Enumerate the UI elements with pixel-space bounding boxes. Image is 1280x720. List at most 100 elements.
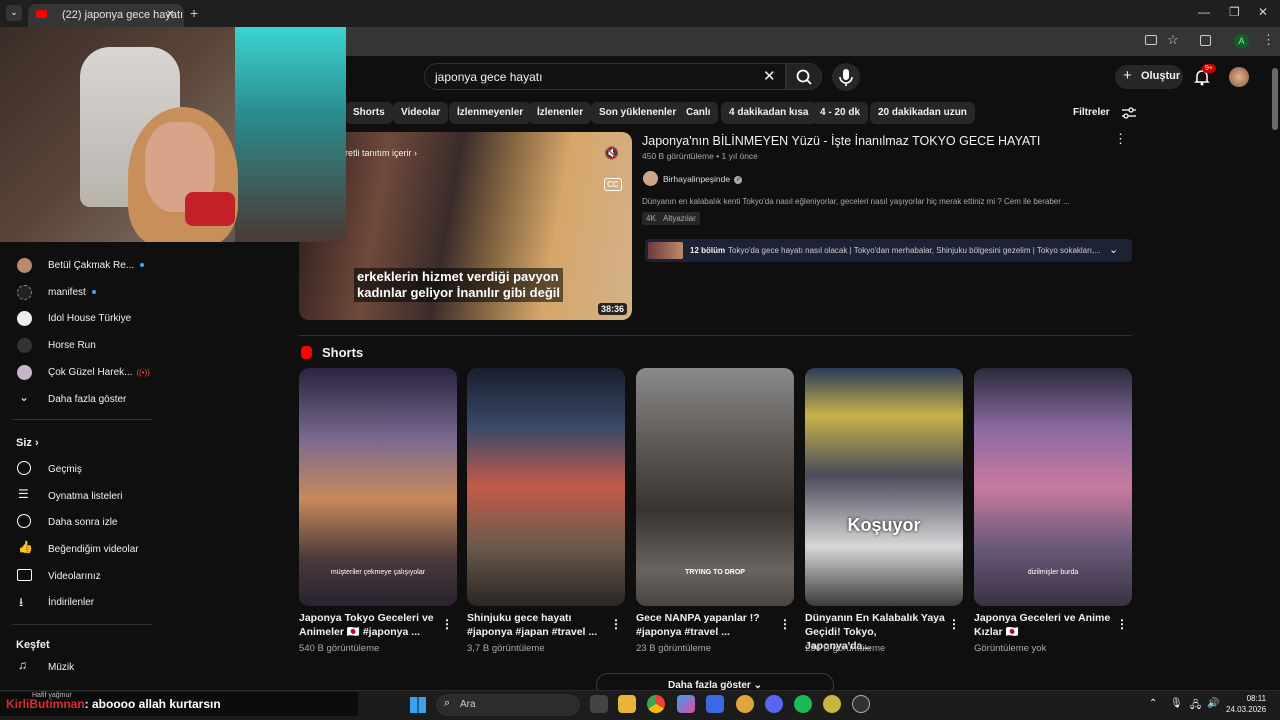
copilot-icon[interactable] [677, 695, 695, 713]
sidebar-item-liked[interactable]: 👍 Beğendiğim videolar [0, 537, 152, 563]
sidebar-show-more[interactable]: ⌄ Daha fazla göster [0, 387, 152, 413]
sub-name: Çok Güzel Harek... [48, 367, 133, 378]
chapters-bar[interactable]: 12 bölüm Tokyo'da gece hayatı nasıl olac… [645, 239, 1132, 262]
sidebar-item-playlists[interactable]: ☰ Oynatma listeleri [0, 484, 152, 510]
store-icon[interactable] [706, 695, 724, 713]
short-thumbnail-0[interactable]: müşteriler çekmeye çalışıyolar [299, 368, 457, 606]
sidebar-item-downloads[interactable]: ⭳ İndirilenler [0, 590, 152, 616]
windows-start-icon[interactable] [410, 697, 426, 713]
new-content-dot [91, 290, 96, 295]
search-icon: ⌕ [444, 697, 451, 709]
sidebar-sub-4[interactable]: Çok Güzel Harek... ((•)) [0, 360, 152, 386]
clear-search-icon[interactable]: ✕ [763, 67, 776, 85]
scrollbar-thumb[interactable] [1272, 68, 1278, 130]
tab-close-icon[interactable]: ✕ [166, 9, 174, 20]
file-explorer-icon[interactable] [618, 695, 636, 713]
sidebar-item-watch-later[interactable]: Daha sonra izle [0, 510, 152, 536]
filters-button[interactable]: Filtreler [1073, 107, 1136, 119]
volume-icon[interactable]: 🔊 [1207, 698, 1219, 709]
short-title-0[interactable]: Japonya Tokyo Geceleri ve Animeler 🇯🇵 #j… [299, 611, 439, 639]
short-title-4[interactable]: Japonya Geceleri ve Anime Kızlar 🇯🇵 [974, 611, 1114, 639]
short-thumbnail-3[interactable]: Koşuyor [805, 368, 963, 606]
shorts-heading: Shorts [322, 345, 364, 360]
short-title-2[interactable]: Gece NANPA yapanlar !? #japonya #travel … [636, 611, 776, 639]
extensions-icon[interactable] [1200, 35, 1211, 46]
short-more-icon[interactable]: ⋮ [441, 617, 453, 631]
app-icon[interactable] [823, 695, 841, 713]
video-description: Dünyanın en kalabalık kenti Tokyo'da nas… [642, 197, 1070, 206]
channel-avatar[interactable] [643, 171, 658, 186]
microphone-tray-icon[interactable]: 🎙 [1170, 698, 1183, 709]
account-avatar[interactable] [1229, 67, 1249, 87]
discord-icon[interactable] [765, 695, 783, 713]
video-more-icon[interactable]: ⋮ [1114, 131, 1127, 147]
short-views-0: 540 B görüntüleme [299, 643, 380, 654]
chevron-right-icon: › [34, 437, 39, 449]
channel-avatar-icon [17, 338, 32, 353]
notifications-button[interactable]: 9+ [1192, 64, 1216, 87]
short-thumbnail-4[interactable]: dizilmişler burda [974, 368, 1132, 606]
cast-icon[interactable] [1145, 35, 1157, 45]
filter-chip[interactable]: İzlenenler [529, 102, 592, 124]
filter-chip[interactable]: 20 dakikadan uzun [870, 102, 975, 124]
page-scrollbar[interactable] [1272, 60, 1278, 690]
short-more-icon[interactable]: ⋮ [610, 617, 622, 631]
filter-chip[interactable]: Shorts [345, 102, 393, 124]
filter-chip[interactable]: İzlenmeyenler [449, 102, 532, 124]
mute-icon[interactable]: 🔇 [604, 146, 619, 160]
filter-chip[interactable]: 4 dakikadan kısa [721, 102, 817, 124]
sidebar-item-your-videos[interactable]: Videolarınız [0, 564, 152, 590]
search-button[interactable] [786, 63, 822, 90]
clock-icon [17, 514, 31, 528]
restore-button[interactable]: ❐ [1229, 5, 1240, 19]
chevron-down-icon[interactable]: ⌄ [1109, 243, 1118, 256]
short-thumbnail-2[interactable]: TRYING TO DROP [636, 368, 794, 606]
create-button[interactable]: + Oluştur [1115, 65, 1183, 89]
video-title[interactable]: Japonya'nın BİLİNMEYEN Yüzü - İşte İnanı… [642, 134, 1040, 148]
filter-chip[interactable]: Videolar [393, 102, 449, 124]
browser-tab[interactable]: (22) japonya gece hayatı - YouT ✕ [28, 4, 184, 27]
paid-promotion-label[interactable]: retli tanıtım içerir › [345, 148, 417, 158]
tray-chevron-icon[interactable]: ⌃ [1149, 698, 1157, 709]
bookmark-star-icon[interactable]: ☆ [1167, 32, 1179, 48]
network-icon[interactable]: 🖧 [1190, 698, 1201, 715]
sidebar-item-music[interactable]: ♫ Müzik [0, 655, 152, 681]
chrome-menu-icon[interactable]: ⋮ [1262, 32, 1275, 48]
video-thumbnail[interactable]: retli tanıtım içerir › 🔇 CC erkeklerin h… [299, 132, 632, 320]
filter-chip[interactable]: Canlı [678, 102, 719, 124]
filters-label: Filtreler [1073, 107, 1110, 118]
minimize-button[interactable]: — [1198, 5, 1210, 19]
sidebar-sub-2[interactable]: Idol House Türkiye [0, 306, 152, 332]
app-icon[interactable] [736, 695, 754, 713]
obs-icon[interactable] [852, 695, 870, 713]
profile-avatar[interactable]: A [1234, 34, 1249, 49]
chrome-icon[interactable] [647, 695, 665, 713]
sidebar-sub-0[interactable]: Betül Çakmak Re... [0, 253, 152, 279]
search-input[interactable]: japonya gece hayatı ✕ [424, 63, 786, 90]
short-caption: dizilmişler burda [1027, 569, 1079, 576]
voice-search-button[interactable] [832, 63, 860, 91]
new-tab-button[interactable]: + [190, 5, 198, 21]
short-more-icon[interactable]: ⋮ [948, 617, 960, 631]
playlist-icon: ☰ [18, 487, 29, 501]
you-section-heading[interactable]: Siz › [16, 437, 39, 449]
sidebar-sub-3[interactable]: Horse Run [0, 333, 152, 359]
overlay-line-2: kadınlar geliyor İnanılır gibi değil [357, 285, 560, 300]
taskbar-clock[interactable]: 08:11 24.03.2026 [1226, 693, 1266, 715]
short-more-icon[interactable]: ⋮ [779, 617, 791, 631]
tab-list-chevron-icon[interactable]: ⌄ [6, 5, 22, 21]
filter-chip[interactable]: 4 - 20 dk [812, 102, 869, 124]
short-title-1[interactable]: Shinjuku gece hayatı #japonya #japan #tr… [467, 611, 607, 639]
short-views-2: 23 B görüntüleme [636, 643, 711, 654]
filter-chip[interactable]: Son yüklenenler [591, 102, 685, 124]
sidebar-item-history[interactable]: Geçmiş [0, 457, 152, 483]
taskbar-search[interactable]: ⌕ Ara [436, 694, 580, 716]
captions-icon[interactable]: CC [604, 178, 622, 191]
short-more-icon[interactable]: ⋮ [1116, 617, 1128, 631]
task-view-icon[interactable] [590, 695, 608, 713]
short-thumbnail-1[interactable] [467, 368, 625, 606]
close-window-button[interactable]: ✕ [1258, 5, 1268, 19]
channel-name[interactable]: Birhayalinpeşinde ✓ [663, 174, 743, 184]
sidebar-sub-1[interactable]: manifest [0, 280, 152, 306]
spotify-icon[interactable] [794, 695, 812, 713]
